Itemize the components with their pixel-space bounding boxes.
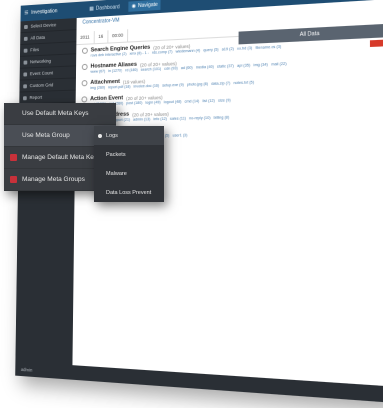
dashboard-icon: ▦	[89, 5, 94, 13]
meta-value-link[interactable]: ad (60)	[181, 66, 193, 71]
meta-value-link[interactable]: cdn (93)	[164, 66, 178, 71]
meta-value-link[interactable]: search (101)	[141, 67, 161, 72]
meta-value-link[interactable]: www (67)	[90, 69, 105, 74]
meta-group-submenu: Logs Packets Malware Data Loss Prevent	[94, 126, 164, 202]
submenu-item-logs[interactable]: Logs	[94, 126, 164, 145]
compass-icon: ◉	[131, 3, 136, 10]
meta-value-link[interactable]: img (34)	[253, 62, 267, 67]
meta-value-link[interactable]: a19 (2)	[222, 47, 234, 52]
meta-value-link[interactable]: photo.jpg (8)	[187, 82, 208, 87]
meta-value-link[interactable]: filename.cs (3)	[255, 45, 281, 51]
meta-value-link[interactable]: cmd (14)	[185, 99, 200, 104]
meta-value-link[interactable]: query (5)	[203, 47, 218, 52]
app-title-area[interactable]: ☰ Investigation	[21, 7, 81, 17]
meta-groups-icon	[10, 176, 17, 183]
data-icon	[23, 36, 28, 41]
count-icon	[23, 71, 28, 77]
meta-value-link[interactable]: report.pdf (18)	[108, 85, 131, 90]
meta-keys-icon	[10, 154, 17, 161]
app-title: Investigation	[31, 8, 58, 16]
menu-item-use-default-meta-keys[interactable]: Use Default Meta Keys	[4, 103, 116, 125]
selected-dot-icon	[98, 133, 102, 138]
meta-value-link[interactable]: rds.comp (7)	[152, 50, 173, 55]
meta-value-link[interactable]: size (9)	[218, 98, 231, 103]
submenu-item-data-loss-prevent[interactable]: Data Loss Prevent	[94, 183, 164, 202]
meta-value-link[interactable]: list (12)	[202, 99, 214, 104]
meta-value-link[interactable]: mail (22)	[271, 62, 286, 67]
submenu-item-packets[interactable]: Packets	[94, 145, 164, 164]
network-icon	[23, 60, 28, 65]
meta-value-link[interactable]: setup.exe (9)	[162, 83, 184, 88]
file-icon	[23, 48, 28, 53]
meta-value-link[interactable]: sales (11)	[170, 116, 186, 121]
meta-value-link[interactable]: img (260)	[90, 85, 105, 90]
alert-badge	[369, 39, 383, 48]
meta-value-link[interactable]: invoice.doc (16)	[134, 84, 160, 89]
device-icon	[24, 24, 28, 29]
meta-value-link[interactable]: user1 (3)	[172, 133, 187, 137]
meta-value-link[interactable]: static (37)	[217, 64, 234, 69]
time-day[interactable]: 16	[94, 30, 109, 44]
meta-value-link[interactable]: login (49)	[145, 100, 160, 105]
grid-icon	[23, 83, 27, 88]
meta-value-link[interactable]: info (12)	[153, 117, 166, 121]
stage: ☰ Investigation ▦ Dashboard ◉ Navigate S…	[0, 0, 383, 408]
meta-value-link[interactable]: admin (13)	[133, 117, 150, 122]
meta-value-link[interactable]: data.zip (7)	[211, 81, 230, 86]
meta-value-link[interactable]: notes.txt (5)	[234, 80, 255, 85]
meta-value-link[interactable]: media (40)	[196, 65, 214, 70]
user-label: admin	[20, 366, 33, 373]
menu-icon[interactable]: ☰	[24, 10, 28, 16]
meta-value-link[interactable]: post (180)	[126, 101, 142, 106]
meta-value-link[interactable]: logout (48)	[164, 100, 182, 105]
submenu-item-malware[interactable]: Malware	[94, 164, 164, 183]
tab-dashboard[interactable]: ▦ Dashboard	[86, 2, 122, 14]
meta-value-link[interactable]: billing (8)	[214, 115, 230, 120]
meta-value-link[interactable]: xmx (8) - 1 -	[129, 51, 148, 56]
meta-value-link[interactable]: rd (180)	[125, 68, 138, 73]
time-year[interactable]: 2011	[76, 31, 95, 45]
meta-value-link[interactable]: no-reply (10)	[189, 116, 210, 121]
meta-value-link[interactable]: wiedemann (4)	[176, 48, 201, 53]
meta-value-link[interactable]: rovs deb interactive (2)	[91, 52, 127, 58]
report-icon	[23, 95, 27, 100]
meta-value-link[interactable]: xx.hd (3)	[237, 46, 252, 51]
tab-navigate[interactable]: ◉ Navigate	[128, 0, 161, 12]
time-clock[interactable]: 00:00	[108, 29, 129, 43]
meta-value-link[interactable]: in (1270)	[108, 68, 122, 73]
meta-value-link[interactable]: api (35)	[237, 63, 250, 68]
sidebar: Select Device All Data Files Networking …	[15, 18, 77, 366]
app-window: ☰ Investigation ▦ Dashboard ◉ Navigate S…	[15, 0, 383, 403]
